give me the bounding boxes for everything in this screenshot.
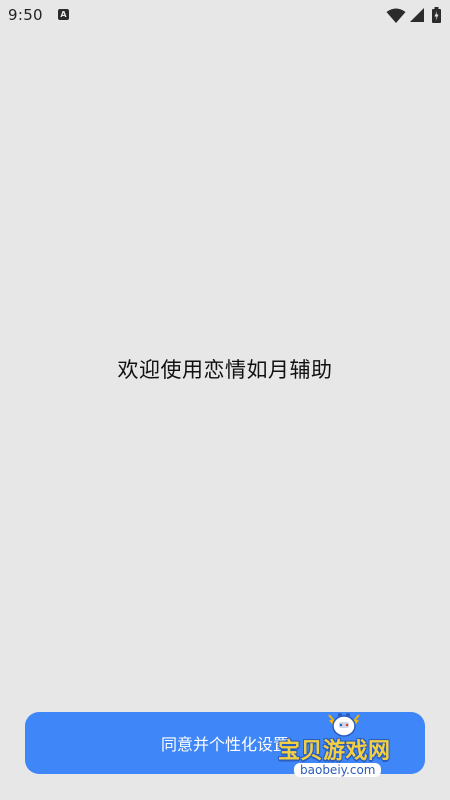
status-bar: 9:50 A [0,0,450,32]
status-time: 9:50 [8,6,43,24]
battery-icon [432,7,441,23]
signal-icon [410,8,424,22]
wifi-icon [386,8,406,23]
watermark-site-name: 宝贝游戏网 [278,739,391,764]
agree-button-label: 同意并个性化设置 [160,737,289,754]
welcome-title: 欢迎使用恋情如月辅助 [117,358,333,382]
watermark-url: baobeiy.com [294,763,382,777]
watermark: 宝贝游戏网 baobeiy.com [276,705,442,785]
notification-icon: A [58,9,69,20]
